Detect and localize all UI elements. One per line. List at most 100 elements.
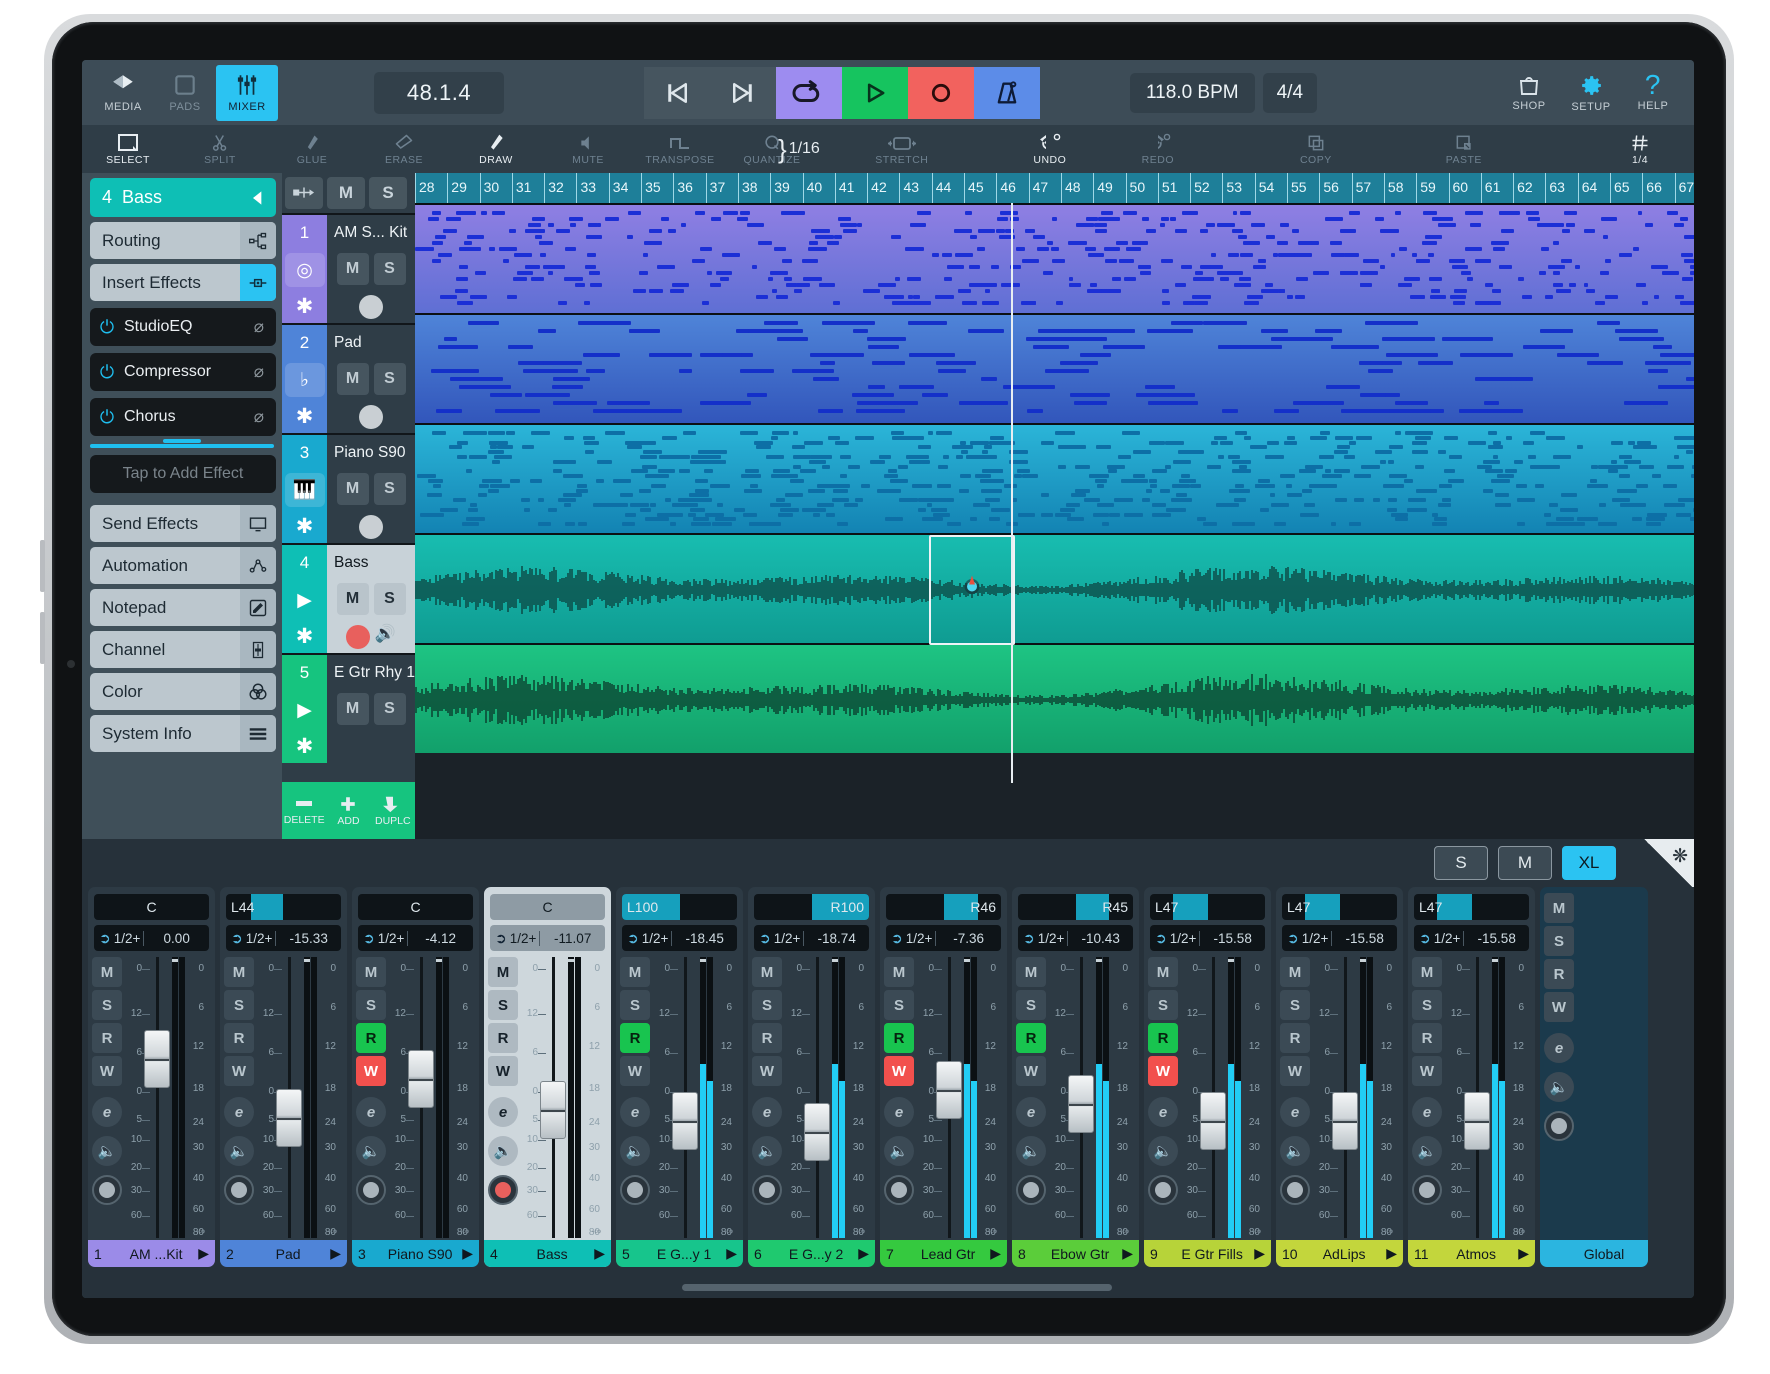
channel-monitor-icon[interactable]: 🔈 [620,1136,650,1166]
ruler-bar[interactable]: 39 [770,173,802,203]
pan-control[interactable]: L47 [1150,894,1265,920]
ruler-bar[interactable]: 53 [1222,173,1254,203]
channel-record-arm[interactable] [1412,1175,1442,1205]
mixer-button[interactable]: MIXER [216,65,278,121]
channel-write-button[interactable]: W [92,1056,122,1086]
routing-control[interactable]: ➲ 1/2+ -15.58 [1414,925,1529,951]
channel-read-button[interactable]: R [92,1023,122,1053]
cycle-button[interactable] [776,67,842,119]
inspector-track-header[interactable]: 4 Bass [90,178,276,217]
channel-mute-button[interactable]: M [1544,893,1574,923]
ruler-bar[interactable]: 37 [706,173,738,203]
fader-handle[interactable] [144,1030,170,1088]
channel-read-button[interactable]: R [620,1023,650,1053]
routing-control[interactable]: ➲ 1/2+ -15.58 [1282,925,1397,951]
track-mute-button[interactable]: M [337,363,369,395]
channel-mute-button[interactable]: M [1016,957,1046,987]
forward-button[interactable] [710,67,776,119]
channel-name-bar[interactable]: 10 AdLips ▶ [1276,1240,1403,1267]
pan-control[interactable]: R45 [1018,894,1133,920]
track-instrument-button[interactable]: ✱ [285,289,325,323]
ruler-bar[interactable]: 65 [1610,173,1642,203]
ruler-bar[interactable]: 38 [738,173,770,203]
ruler-bar[interactable]: 45 [964,173,996,203]
routing-control[interactable]: ➲ 1/2+ -4.12 [358,925,473,951]
pan-control[interactable]: C [490,894,605,920]
channel-name-bar[interactable]: 5 E G...y 1 ▶ [616,1240,743,1267]
track-row[interactable]: 2 ♭ ✱ Pad MS [282,323,415,433]
mixer-size-s-button[interactable]: S [1434,846,1488,880]
channel-name-bar[interactable]: 6 E G...y 2 ▶ [748,1240,875,1267]
channel-record-arm[interactable] [1544,1111,1574,1141]
insert-effect-row[interactable]: ⏻ Compressor ⌀ [90,353,276,391]
channel-read-button[interactable]: R [884,1023,914,1053]
channel-record-arm[interactable] [884,1175,914,1205]
volume-up-button[interactable] [40,540,45,592]
channel-read-button[interactable]: R [356,1023,386,1053]
grid-setting[interactable]: 1/4 [1594,126,1686,172]
channel-record-arm[interactable] [356,1175,386,1205]
fader-handle[interactable] [672,1092,698,1150]
playhead[interactable] [1011,203,1013,783]
tool-split[interactable]: SPLIT [174,126,266,172]
insert-effect-row[interactable]: ⏻ StudioEQ ⌀ [90,308,276,346]
mixer-channel-strip[interactable]: C ➲ 1/2+ -4.12 M S R W e 🔈 0126051020306… [352,887,479,1267]
channel-name-bar[interactable]: 11 Atmos ▶ [1408,1240,1535,1267]
fader-handle[interactable] [1200,1092,1226,1150]
timeline-ruler[interactable]: 2829303132333435363738394041424344454647… [415,173,1694,203]
tool-paste[interactable]: PASTE [1418,126,1510,172]
channel-record-arm[interactable] [488,1175,518,1205]
play-triangle-icon[interactable]: ▶ [285,583,325,617]
channel-write-button[interactable]: W [884,1056,914,1086]
pan-control[interactable]: R100 [754,894,869,920]
channel-edit-button[interactable]: e [1412,1097,1442,1127]
edit-e-icon[interactable]: ⌀ [254,362,264,382]
timecode-display[interactable]: 48.1.4 [374,72,504,114]
channel-mute-button[interactable]: M [1148,957,1178,987]
track-body[interactable]: E Gtr Rhy 1 MS [327,655,415,763]
fader-handle[interactable] [1332,1092,1358,1150]
fader-handle[interactable] [540,1081,566,1139]
channel-edit-button[interactable]: e [1148,1097,1178,1127]
channel-solo-button[interactable]: S [1148,990,1178,1020]
inspector-item-notepad[interactable]: Notepad [90,589,276,626]
ruler-bar[interactable]: 61 [1481,173,1513,203]
volume-down-button[interactable] [40,612,45,664]
pan-control[interactable]: C [94,894,209,920]
ruler-bar[interactable]: 51 [1158,173,1190,203]
shop-button[interactable]: SHOP [1498,65,1560,121]
channel-read-button[interactable]: R [488,1023,518,1053]
track-body[interactable]: Bass MS 🔊 [327,545,415,653]
pan-control[interactable]: L100 [622,894,737,920]
ruler-bar[interactable]: 63 [1545,173,1577,203]
channel-monitor-icon[interactable]: 🔈 [1016,1136,1046,1166]
ruler-bar[interactable]: 28 [415,173,447,203]
volume-fader[interactable] [804,957,830,1238]
tempo-display[interactable]: 118.0 BPM [1130,73,1255,113]
quantize-value-group[interactable]: } 1/16 [778,134,820,165]
help-button[interactable]: ? HELP [1622,65,1684,121]
routing-control[interactable]: ➲ 1/2+ 0.00 [94,925,209,951]
channel-record-arm[interactable] [1280,1175,1310,1205]
play-button[interactable] [842,67,908,119]
ruler-bar[interactable]: 33 [576,173,608,203]
channel-mute-button[interactable]: M [752,957,782,987]
add-effect-button[interactable]: Tap to Add Effect [90,455,276,493]
track-solo-button[interactable]: S [374,693,406,725]
channel-monitor-icon[interactable]: 🔈 [92,1136,122,1166]
mixer-size-m-button[interactable]: M [1498,846,1552,880]
routing-control[interactable]: ➲ 1/2+ -10.43 [1018,925,1133,951]
track-record-arm[interactable] [359,295,383,319]
track-mute-button[interactable]: M [337,253,369,285]
channel-name-bar[interactable]: 8 Ebow Gtr ▶ [1012,1240,1139,1267]
channel-name-bar[interactable]: Global [1540,1240,1648,1267]
metronome-button[interactable] [974,67,1040,119]
ruler-bar[interactable]: 34 [609,173,641,203]
track-solo-button[interactable]: S [374,253,406,285]
gear-icon[interactable]: ❋ [1672,845,1688,868]
tool-select[interactable]: SELECT [82,126,174,172]
routing-control[interactable]: ➲ 1/2+ -11.07 [490,925,605,951]
mixer-channel-strip[interactable]: R100 ➲ 1/2+ -18.74 M S R W e 🔈 012605102… [748,887,875,1267]
volume-fader[interactable] [408,957,434,1238]
routing-control[interactable]: ➲ 1/2+ -18.74 [754,925,869,951]
